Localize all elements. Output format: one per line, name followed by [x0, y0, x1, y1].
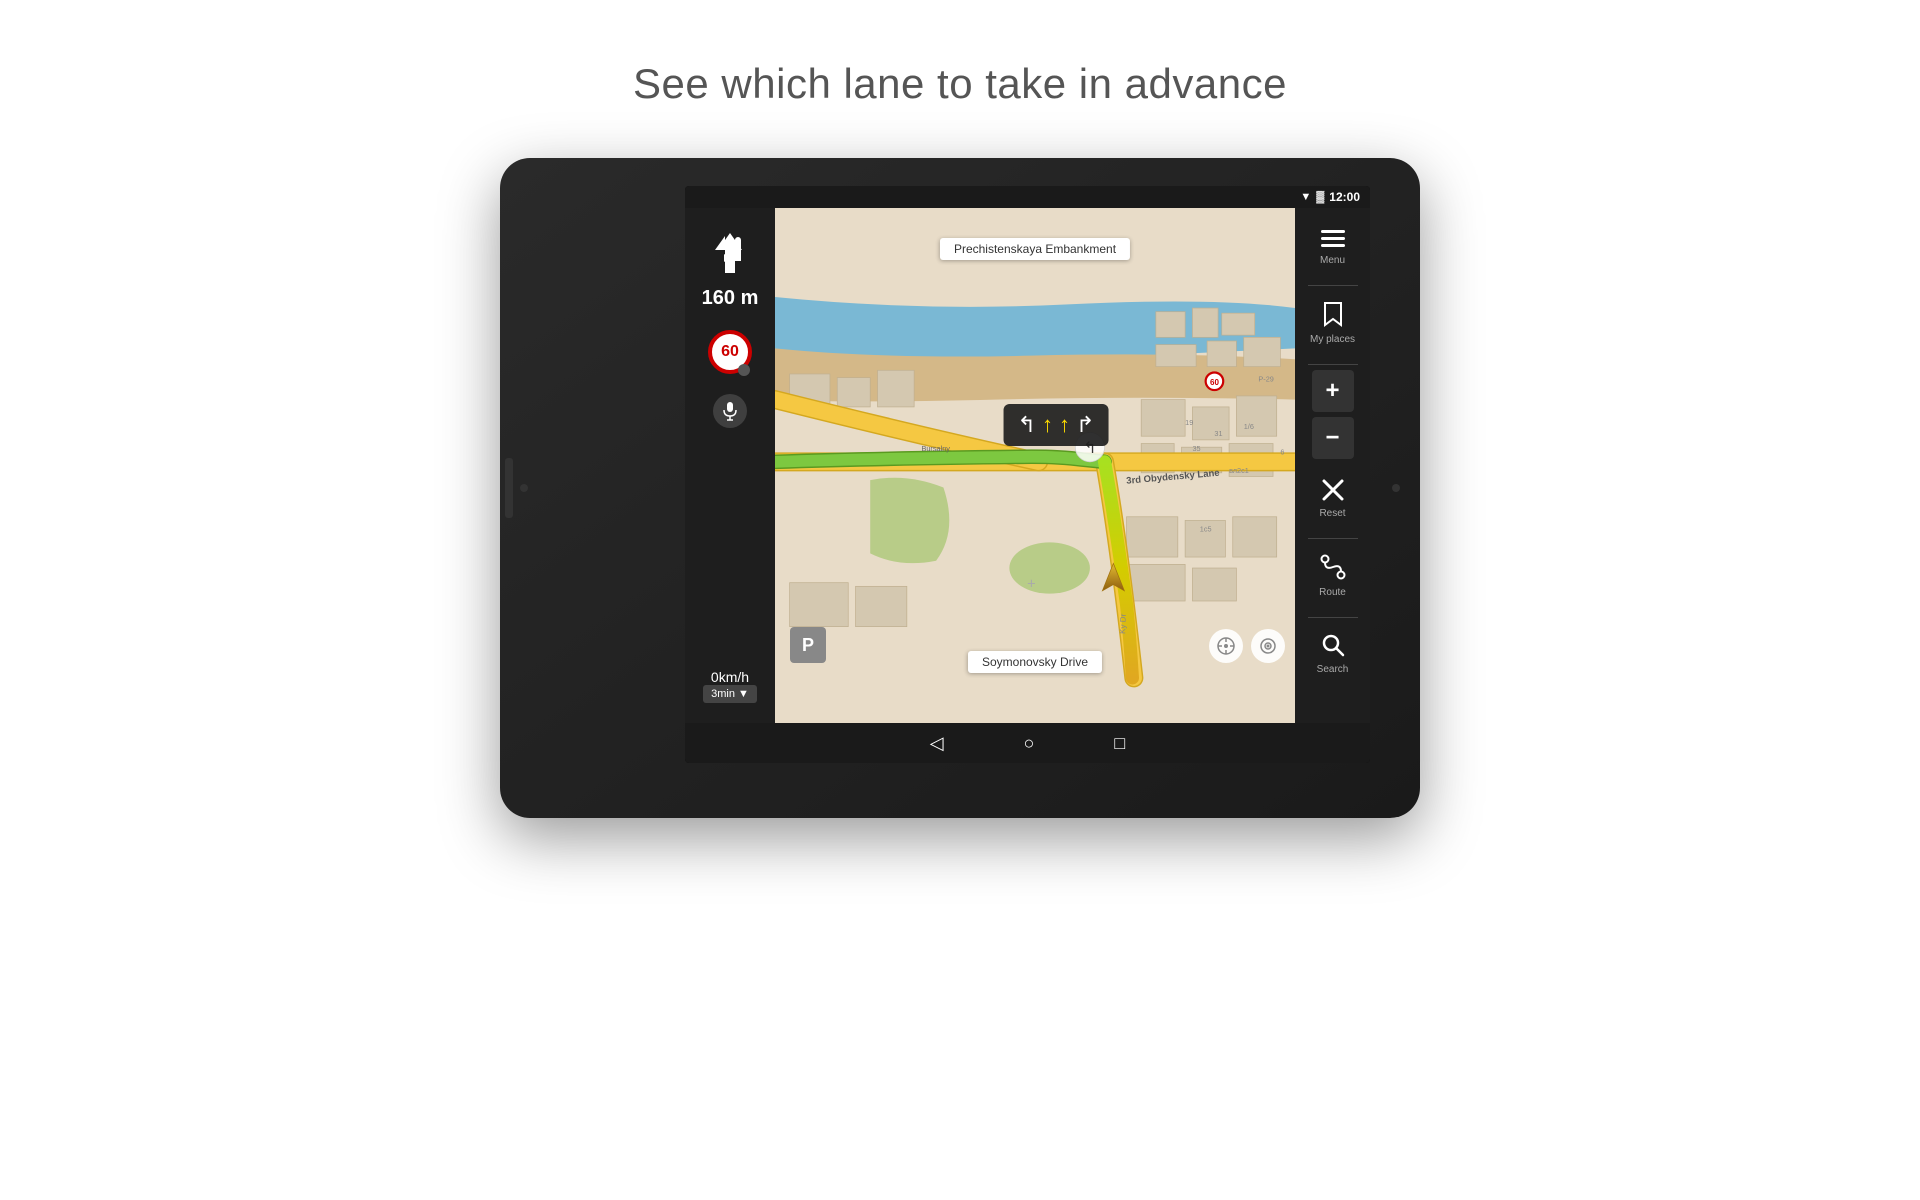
bookmark-icon — [1323, 301, 1343, 331]
speed-info: 0km/h 3min ▼ — [703, 669, 757, 703]
status-bar: ▼ ▓ 12:00 — [685, 186, 1370, 208]
turn-distance: 160 m — [702, 287, 759, 310]
my-places-label: My places — [1310, 334, 1355, 345]
svg-text:+: + — [1027, 577, 1036, 593]
battery-icon: ▓ — [1316, 191, 1324, 203]
right-nav-panel: Menu My places + − — [1295, 208, 1370, 723]
speed-limit-sign: 60 — [708, 330, 752, 374]
tablet-container: ▼ ▓ 12:00 — [500, 158, 1420, 818]
svg-text:1/6: 1/6 — [1244, 422, 1254, 431]
svg-text:Bursalny: Bursalny — [921, 444, 950, 453]
current-speed: 0km/h — [711, 669, 749, 685]
eta-button[interactable]: 3min ▼ — [703, 685, 757, 703]
left-nav-panel: 160 m 60 0km/h 3min — [685, 208, 775, 723]
compass-button[interactable] — [1209, 629, 1243, 663]
search-label: Search — [1317, 664, 1349, 675]
turn-arrow-icon — [710, 228, 750, 283]
street-name-bottom: Soymonovsky Drive — [968, 651, 1102, 673]
route-label: Route — [1319, 587, 1346, 598]
menu-button[interactable]: Menu — [1295, 218, 1370, 276]
recent-apps-button[interactable]: □ — [1114, 733, 1125, 754]
locate-button[interactable] — [1251, 629, 1285, 663]
search-icon — [1321, 633, 1345, 661]
map-controls — [1209, 629, 1285, 663]
close-x-icon — [1322, 479, 1344, 505]
tablet-speaker-left — [520, 484, 528, 492]
route-button[interactable]: Route — [1295, 544, 1370, 608]
page-title: See which lane to take in advance — [633, 60, 1287, 108]
microphone-button[interactable] — [713, 394, 747, 428]
system-nav-bar: ◁ ○ □ — [685, 723, 1370, 763]
lane-indicator: ↰ ↑ ↑ ↱ — [1004, 404, 1109, 446]
nav-divider-1 — [1308, 285, 1358, 286]
wifi-icon: ▼ — [1300, 191, 1311, 203]
nav-divider-3 — [1308, 538, 1358, 539]
svg-text:19: 19 — [1185, 418, 1193, 427]
svg-text:60: 60 — [1210, 378, 1219, 387]
status-icons: ▼ ▓ 12:00 — [1300, 190, 1360, 204]
svg-text:Ky Dr: Ky Dr — [1118, 613, 1128, 634]
my-places-button[interactable]: My places — [1295, 291, 1370, 355]
svg-text:1с5: 1с5 — [1200, 524, 1212, 533]
reset-label: Reset — [1319, 508, 1345, 519]
lane-arrow-straight2: ↑ — [1059, 412, 1070, 438]
svg-text:6: 6 — [1280, 448, 1284, 457]
reset-button[interactable]: Reset — [1295, 469, 1370, 529]
street-name-top: Prechistenskaya Embankment — [940, 238, 1130, 260]
zoom-in-button[interactable]: + — [1312, 370, 1354, 412]
menu-icon — [1321, 228, 1345, 252]
search-button[interactable]: Search — [1295, 623, 1370, 685]
back-button[interactable]: ◁ — [930, 733, 944, 754]
map-area[interactable]: ↰ 3rd Obydensky Lane Bursalny 19 31 35 1… — [775, 208, 1295, 723]
lane-arrow-straight1: ↑ — [1042, 412, 1053, 438]
lane-arrow-left: ↰ — [1018, 412, 1036, 438]
svg-text:Р-29: Р-29 — [1258, 374, 1273, 383]
turn-indicator: 160 m — [702, 228, 759, 310]
tablet-speaker-right — [1392, 484, 1400, 492]
status-time: 12:00 — [1329, 190, 1360, 204]
nav-divider-2 — [1308, 364, 1358, 365]
svg-text:31: 31 — [1214, 429, 1222, 438]
lane-arrow-right: ↱ — [1076, 412, 1094, 438]
menu-label: Menu — [1320, 255, 1345, 266]
tablet-screen: ▼ ▓ 12:00 — [685, 186, 1370, 763]
tablet-body: ▼ ▓ 12:00 — [500, 158, 1420, 818]
svg-text:вл2с1: вл2с1 — [1229, 466, 1249, 475]
nav-divider-4 — [1308, 617, 1358, 618]
svg-text:35: 35 — [1192, 444, 1200, 453]
tablet-power-button — [505, 458, 513, 518]
home-button[interactable]: ○ — [1024, 733, 1035, 754]
route-icon — [1320, 554, 1346, 584]
parking-icon: P — [790, 627, 826, 663]
zoom-out-button[interactable]: − — [1312, 417, 1354, 459]
